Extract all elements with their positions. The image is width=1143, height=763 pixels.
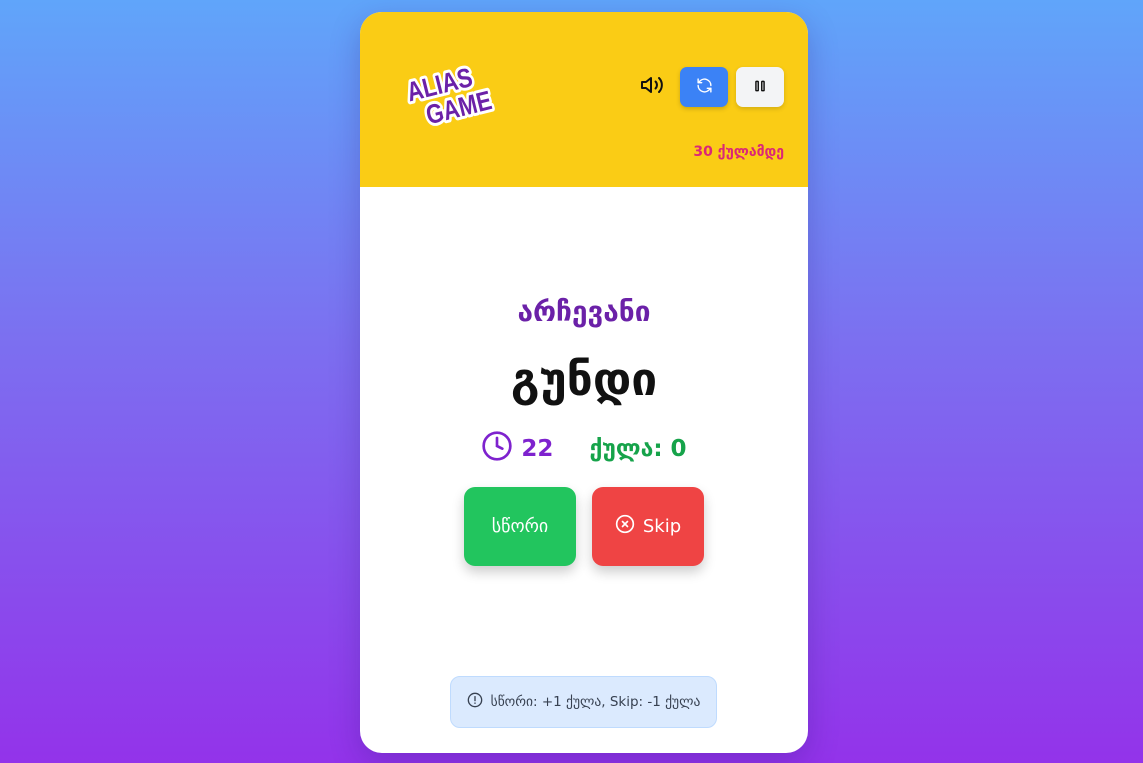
pause-button[interactable] xyxy=(736,67,784,107)
header-controls xyxy=(632,67,784,107)
correct-button-label: სწორი xyxy=(491,516,549,537)
skip-button-label: Skip xyxy=(642,516,682,537)
answer-actions: სწორი Skip xyxy=(464,487,704,566)
game-stats: 22 ქულა: 0 xyxy=(360,430,808,468)
info-icon xyxy=(467,692,483,712)
rules-info-text: სწორი: +1 ქულა, Skip: -1 ქულა xyxy=(490,694,701,710)
pause-icon xyxy=(753,78,767,97)
correct-button[interactable]: სწორი xyxy=(464,487,576,566)
clock-icon xyxy=(481,430,513,468)
target-score-label: 30 ქულამდე xyxy=(693,144,784,160)
refresh-icon xyxy=(696,77,713,98)
skip-button[interactable]: Skip xyxy=(592,487,704,566)
current-word: გუნდი xyxy=(510,352,658,406)
refresh-button[interactable] xyxy=(680,67,728,107)
sound-toggle-button[interactable] xyxy=(632,67,672,107)
rules-info-box: სწორი: +1 ქულა, Skip: -1 ქულა xyxy=(450,676,717,728)
category-label: არჩევანი xyxy=(517,295,651,328)
header: ALIAS GAME 30 ქულამდე xyxy=(360,12,808,187)
score-display: ქულა: 0 xyxy=(589,436,687,462)
x-circle-icon xyxy=(615,514,635,539)
timer-value: 22 xyxy=(521,436,554,462)
game-card: ALIAS GAME 30 ქულამდე არჩევანი გუნდი 22 … xyxy=(360,12,808,753)
timer: 22 xyxy=(481,430,553,468)
alias-game-logo: ALIAS GAME xyxy=(396,58,508,133)
volume-icon xyxy=(640,73,664,101)
